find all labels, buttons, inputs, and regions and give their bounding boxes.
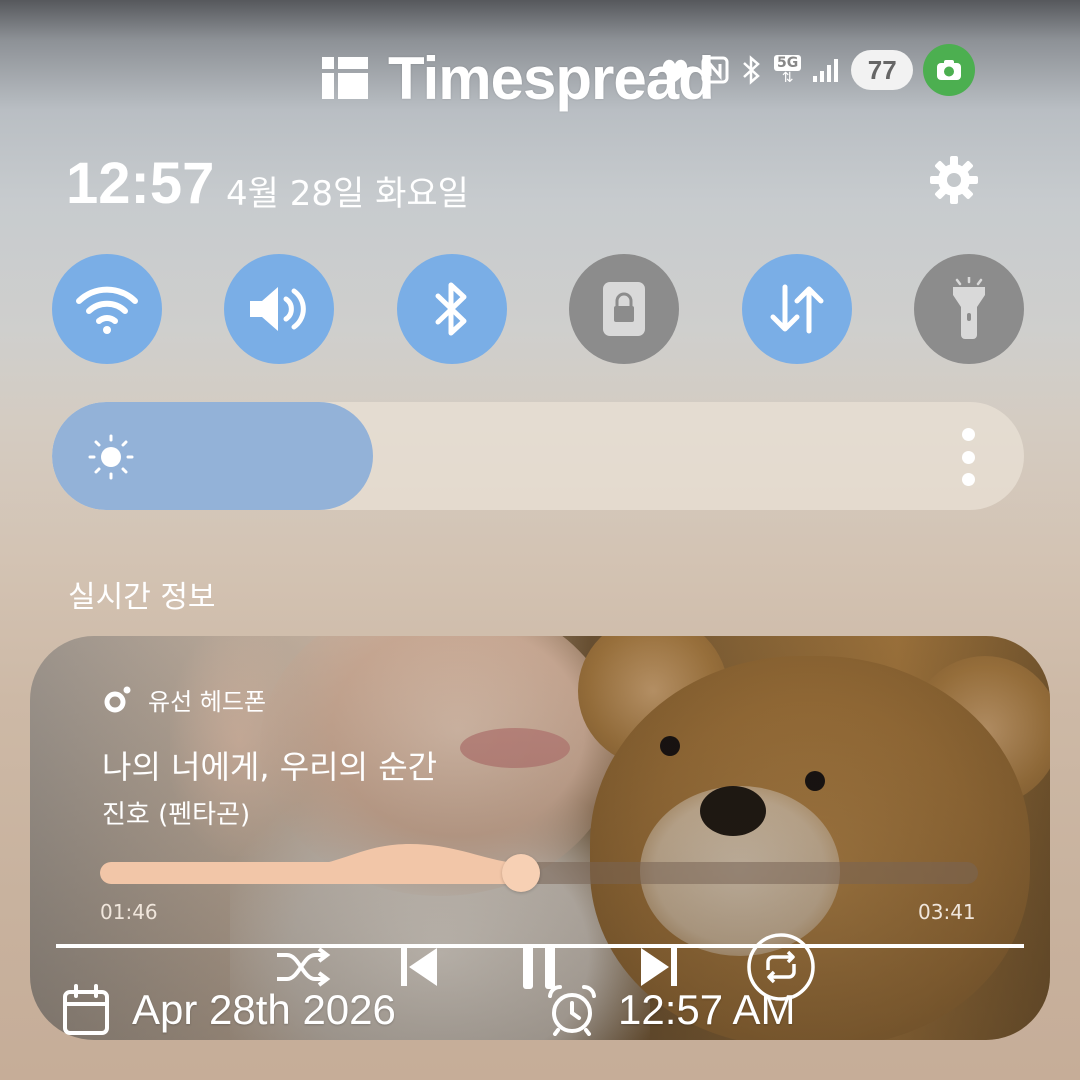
next-icon: [641, 948, 677, 986]
panel-clock: 12:57: [66, 151, 215, 216]
sound-toggle[interactable]: [224, 254, 335, 364]
song-title: 나의 너에게, 우리의 순간: [102, 748, 438, 786]
bluetooth-icon: [435, 282, 467, 336]
mobile-data-toggle[interactable]: [741, 254, 852, 364]
seek-progress: [100, 862, 522, 884]
signal-icon: [813, 59, 839, 82]
bluetooth-icon: [743, 55, 760, 85]
overlay-date-text: Apr 28th 2026: [132, 986, 396, 1033]
wifi-icon: [76, 286, 138, 334]
sun-icon: [88, 434, 134, 480]
song-artist: 진호 (펜타곤): [102, 800, 251, 830]
alarm-clock-icon: [548, 984, 596, 1036]
data-arrows-icon: ⇅: [781, 70, 794, 86]
flashlight-icon: [952, 277, 985, 339]
brightness-more-options-button[interactable]: [960, 428, 976, 486]
battery-indicator: 77: [851, 50, 914, 90]
heart-icon: [662, 59, 688, 82]
timespread-logo-icon: [322, 57, 368, 99]
camera-icon: [923, 44, 976, 96]
dot-icon: [961, 450, 975, 464]
bluetooth-toggle[interactable]: [396, 254, 507, 364]
previous-icon: [401, 948, 437, 986]
overlay-time: 12:57 AM: [546, 984, 795, 1036]
panel-date: 4월 28일 화요일: [226, 174, 469, 214]
media-output-device[interactable]: 유선 헤드폰: [102, 682, 266, 717]
flashlight-toggle[interactable]: [913, 254, 1024, 364]
gear-icon: [930, 156, 978, 204]
shuffle-icon: [277, 947, 331, 987]
overlay-time-text: 12:57 AM: [618, 986, 796, 1033]
overlay-divider: [56, 944, 1024, 948]
nfc-icon: [701, 56, 729, 84]
audio-output-icon: [104, 686, 131, 712]
dot-icon: [961, 473, 975, 486]
sound-icon: [250, 287, 307, 331]
timespread-watermark: Timespread: [320, 45, 715, 112]
network-type-icon: 5G ⇅: [774, 55, 802, 86]
section-label: 실시간 정보: [68, 580, 216, 615]
time-total: 03:41: [918, 900, 976, 924]
overlay-date: Apr 28th 2026: [62, 984, 396, 1036]
time-elapsed: 01:46: [100, 900, 158, 924]
media-seek-bar[interactable]: [100, 854, 978, 892]
mobile-data-icon: [770, 284, 824, 334]
screen-lock-icon: [603, 282, 646, 336]
brightness-slider[interactable]: [52, 402, 1024, 510]
network-label: 5G: [774, 55, 802, 71]
media-source-label: 유선 헤드폰: [148, 688, 267, 716]
dot-icon: [961, 428, 975, 441]
quick-toggles: [52, 254, 1024, 364]
wifi-toggle[interactable]: [52, 254, 162, 364]
calendar-icon: [63, 984, 109, 1035]
settings-button[interactable]: [926, 152, 982, 208]
screen-lock-toggle[interactable]: [569, 254, 680, 364]
status-bar: 5G ⇅ 77: [660, 44, 976, 96]
